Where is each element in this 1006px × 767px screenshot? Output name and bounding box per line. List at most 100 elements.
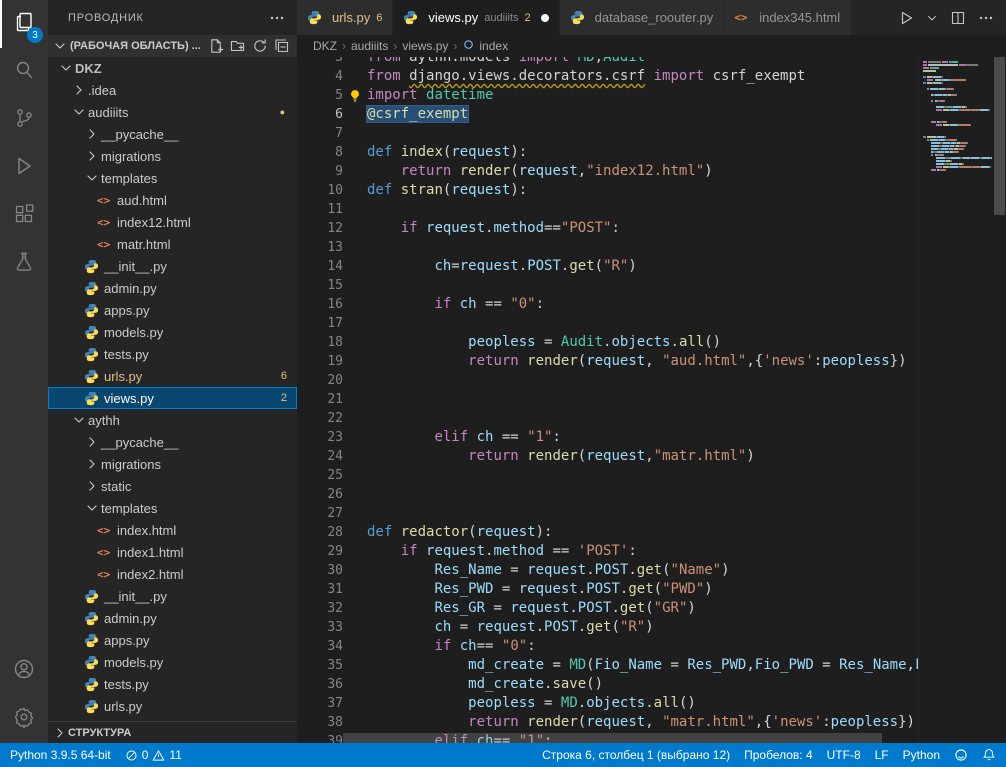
line-number[interactable]: 29 [297,542,343,561]
line-number[interactable]: 12 [297,219,343,238]
eol-status[interactable]: LF [875,748,889,762]
problems-status[interactable]: 011 [125,748,182,762]
tree-item-pycache[interactable]: __pycache__ [48,123,297,145]
code-line-17[interactable]: 17 [297,314,1006,333]
activity-testing-button[interactable] [0,240,48,288]
code-line-38[interactable]: 38 return render(request, "matr.html",{'… [297,713,1006,732]
line-number[interactable]: 24 [297,447,343,466]
code-line-26[interactable]: 26 [297,485,1006,504]
cursor-position-status[interactable]: Строка 6, столбец 1 (выбрано 12) [542,748,730,762]
tree-item-index2-html[interactable]: <>index2.html [48,563,297,585]
code-line-25[interactable]: 25 [297,466,1006,485]
activity-search-button[interactable] [0,48,48,96]
tree-item-urls-py[interactable]: urls.py6 [48,365,297,387]
code-line-13[interactable]: 13 [297,238,1006,257]
activity-extensions-button[interactable] [0,192,48,240]
line-number[interactable]: 20 [297,371,343,390]
code-line-36[interactable]: 36 md_create.save() [297,675,1006,694]
code-line-10[interactable]: 10def stran(request): [297,181,1006,200]
line-number[interactable]: 30 [297,561,343,580]
minimap[interactable] [918,57,992,743]
code-line-18[interactable]: 18 peopless = Audit.objects.all() [297,333,1006,352]
tree-item-views-py[interactable]: views.py2 [48,387,297,409]
code-line-29[interactable]: 29 if request.method == 'POST': [297,542,1006,561]
line-number[interactable]: 36 [297,675,343,694]
code-line-7[interactable]: 7 [297,124,1006,143]
code-line-20[interactable]: 20 [297,371,1006,390]
indentation-status[interactable]: Пробелов: 4 [744,748,813,762]
line-number[interactable]: 14 [297,257,343,276]
line-number[interactable]: 26 [297,485,343,504]
bell-icon[interactable] [982,748,996,762]
tree-item-init-py[interactable]: __init__.py [48,585,297,607]
code-line-35[interactable]: 35 md_create = MD(Fio_Name = Res_PWD,Fio… [297,656,1006,675]
more-actions-icon[interactable] [269,10,285,26]
code-line-4[interactable]: 4from django.views.decorators.csrf impor… [297,67,1006,86]
tree-item-dkz[interactable]: DKZ [48,57,297,79]
activity-source-control-button[interactable] [0,96,48,144]
line-number[interactable]: 23 [297,428,343,447]
line-number[interactable]: 22 [297,409,343,428]
code-line-28[interactable]: 28def redactor(request): [297,523,1006,542]
line-number[interactable]: 7 [297,124,343,143]
code-line-6[interactable]: 6@csrf_exempt [297,105,1006,124]
code-line-21[interactable]: 21 [297,390,1006,409]
breadcrumb-item-index[interactable]: index [462,38,508,54]
feedback-smiley-icon[interactable] [954,748,968,762]
breadcrumb-item-views.py[interactable]: views.py [402,39,448,53]
tree-item-tests-py[interactable]: tests.py [48,343,297,365]
more-icon[interactable] [978,10,994,26]
line-number[interactable]: 8 [297,143,343,162]
code-line-19[interactable]: 19 return render(request, "aud.html",{'n… [297,352,1006,371]
code-line-5[interactable]: 5import datetime [297,86,1006,105]
line-number[interactable]: 15 [297,276,343,295]
line-number[interactable]: 35 [297,656,343,675]
tab-urls-py[interactable]: urls.py6 [297,0,393,35]
tree-item-matr-html[interactable]: <>matr.html [48,233,297,255]
workspace-section-header[interactable]: (РАБОЧАЯ ОБЛАСТЬ) ... [48,35,297,57]
line-number[interactable]: 32 [297,599,343,618]
tree-item-urls-py[interactable]: urls.py [48,695,297,717]
python-version-status[interactable]: Python 3.9.5 64-bit [10,748,111,762]
line-number[interactable]: 4 [297,67,343,86]
line-number[interactable]: 6 [297,105,343,124]
line-number[interactable]: 17 [297,314,343,333]
horizontal-scrollbar[interactable] [343,733,916,743]
line-number[interactable]: 33 [297,618,343,637]
code-line-11[interactable]: 11 [297,200,1006,219]
line-number[interactable]: 18 [297,333,343,352]
tree-item-templates[interactable]: templates [48,497,297,519]
tab-views-py[interactable]: views.pyaudiiits2 [393,0,559,35]
outline-section-header[interactable]: СТРУКТУРА [48,721,297,743]
encoding-status[interactable]: UTF-8 [827,748,861,762]
code-line-15[interactable]: 15 [297,276,1006,295]
line-number[interactable]: 39 [297,732,343,743]
code-line-30[interactable]: 30 Res_Name = request.POST.get("Name") [297,561,1006,580]
tree-item-pycache[interactable]: __pycache__ [48,431,297,453]
tree-item-tests-py[interactable]: tests.py [48,673,297,695]
activity-explorer-button[interactable]: 3 [0,0,48,48]
tree-item-init-py[interactable]: __init__.py [48,255,297,277]
line-number[interactable]: 10 [297,181,343,200]
line-number[interactable]: 34 [297,637,343,656]
run-icon[interactable] [898,10,914,26]
chevron-down-icon[interactable] [926,12,938,24]
code-line-24[interactable]: 24 return render(request,"matr.html") [297,447,1006,466]
activity-run-debug-button[interactable] [0,144,48,192]
tab-index345-html[interactable]: <>index345.html [724,0,851,35]
line-number[interactable]: 27 [297,504,343,523]
line-number[interactable]: 9 [297,162,343,181]
split-editor-icon[interactable] [950,10,966,26]
tree-item-models-py[interactable]: models.py [48,651,297,673]
line-number[interactable]: 16 [297,295,343,314]
activity-settings-button[interactable] [0,695,48,743]
code-line-22[interactable]: 22 [297,409,1006,428]
code-line-37[interactable]: 37 peopless = MD.objects.all() [297,694,1006,713]
breadcrumb-item-audiiits[interactable]: audiiits [351,39,388,53]
tree-item-migrations[interactable]: migrations [48,453,297,475]
new-folder-icon[interactable] [227,36,249,56]
vertical-scrollbar[interactable] [992,57,1006,743]
line-number[interactable]: 37 [297,694,343,713]
tree-item-admin-py[interactable]: admin.py [48,277,297,299]
tree-item-templates[interactable]: templates [48,167,297,189]
